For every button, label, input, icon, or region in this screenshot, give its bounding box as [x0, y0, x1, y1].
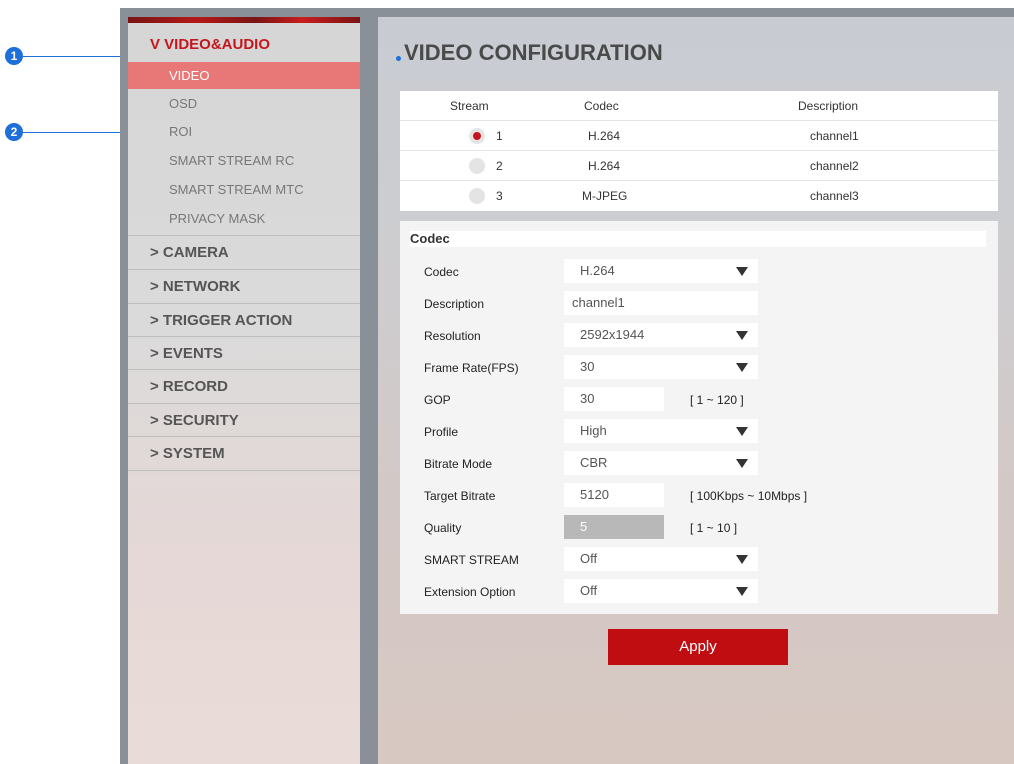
- row-codec: Codec H.264: [400, 257, 998, 289]
- bitrate-mode-value: CBR: [580, 455, 608, 470]
- stream-description: channel3: [810, 189, 859, 203]
- codec-form: Codec Codec H.264 Description channel1 R…: [400, 221, 998, 614]
- sidebar-divider: [128, 470, 360, 471]
- stream-codec: H.264: [588, 159, 621, 173]
- profile-label: Profile: [424, 425, 459, 439]
- sidebar-item-roi[interactable]: ROI: [128, 118, 360, 145]
- bitrate-mode-select[interactable]: CBR: [564, 451, 758, 475]
- stream-table-header: Stream Codec Description: [400, 91, 998, 121]
- row-quality: Quality 5 [ 1 ~ 10 ]: [400, 513, 998, 545]
- resolution-select[interactable]: 2592x1944: [564, 323, 758, 347]
- extension-option-select[interactable]: Off: [564, 579, 758, 603]
- sidebar-top-bar: [128, 17, 360, 23]
- sidebar-item-record[interactable]: > RECORD: [128, 369, 360, 403]
- sidebar-item-system[interactable]: > SYSTEM: [128, 436, 360, 470]
- callout-2-badge: 2: [5, 123, 23, 141]
- apply-button[interactable]: Apply: [608, 629, 788, 665]
- table-row[interactable]: 2 H.264 channel2: [400, 151, 998, 181]
- chevron-down-icon: [736, 363, 748, 372]
- header-stream: Stream: [450, 99, 489, 113]
- main-content: VIDEO CONFIGURATION Stream Codec Descrip…: [378, 17, 1014, 764]
- sidebar-item-smart-stream-rc[interactable]: SMART STREAM RC: [128, 147, 360, 174]
- smart-stream-select[interactable]: Off: [564, 547, 758, 571]
- sidebar-item-osd[interactable]: OSD: [128, 90, 360, 117]
- title-marker-dot: [396, 56, 401, 61]
- smart-stream-value: Off: [580, 551, 598, 566]
- frame-rate-select[interactable]: 30: [564, 355, 758, 379]
- chevron-down-icon: [736, 587, 748, 596]
- profile-select[interactable]: High: [564, 419, 758, 443]
- sidebar-group-video-audio[interactable]: V VIDEO&AUDIO: [150, 36, 270, 53]
- stream-codec: M-JPEG: [582, 189, 628, 203]
- stream-number: 1: [496, 129, 503, 143]
- bitrate-mode-label: Bitrate Mode: [424, 457, 493, 471]
- stream-radio-3[interactable]: [469, 188, 485, 204]
- sidebar-item-network[interactable]: > NETWORK: [128, 269, 360, 303]
- stream-radio-2[interactable]: [469, 158, 485, 174]
- quality-input: 5: [564, 515, 664, 539]
- gop-label: GOP: [424, 393, 451, 407]
- row-gop: GOP 30 [ 1 ~ 120 ]: [400, 385, 998, 417]
- codec-value: H.264: [580, 263, 615, 278]
- target-bitrate-range-hint: [ 100Kbps ~ 10Mbps ]: [690, 489, 808, 503]
- sidebar-item-trigger-action[interactable]: > TRIGGER ACTION: [128, 303, 360, 337]
- header-description: Description: [798, 99, 859, 113]
- stream-table: Stream Codec Description 1 H.264 channel…: [400, 91, 998, 211]
- frame-rate-label: Frame Rate(FPS): [424, 361, 519, 375]
- gop-range-hint: [ 1 ~ 120 ]: [690, 393, 744, 407]
- description-input[interactable]: channel1: [564, 291, 758, 315]
- sidebar-item-privacy-mask[interactable]: PRIVACY MASK: [128, 205, 360, 232]
- resolution-value: 2592x1944: [580, 327, 645, 342]
- row-description: Description channel1: [400, 289, 998, 321]
- codec-form-heading: Codec: [410, 231, 986, 247]
- chevron-down-icon: [736, 331, 748, 340]
- stream-number: 2: [496, 159, 503, 173]
- table-row[interactable]: 1 H.264 channel1: [400, 121, 998, 151]
- sidebar-item-camera[interactable]: > CAMERA: [128, 235, 360, 269]
- stream-description: channel1: [810, 129, 859, 143]
- gop-input[interactable]: 30: [564, 387, 664, 411]
- chevron-down-icon: [736, 267, 748, 276]
- quality-range-hint: [ 1 ~ 10 ]: [690, 521, 738, 535]
- codec-label: Codec: [424, 265, 459, 279]
- row-profile: Profile High: [400, 417, 998, 449]
- target-bitrate-label: Target Bitrate: [424, 489, 496, 503]
- stream-description: channel2: [810, 159, 859, 173]
- target-bitrate-input[interactable]: 5120: [564, 483, 664, 507]
- chevron-down-icon: [736, 459, 748, 468]
- description-label: Description: [424, 297, 485, 311]
- sidebar-item-security[interactable]: > SECURITY: [128, 403, 360, 437]
- sidebar-item-video[interactable]: VIDEO: [128, 62, 360, 89]
- profile-value: High: [580, 423, 607, 438]
- sidebar-item-events[interactable]: > EVENTS: [128, 336, 360, 370]
- row-resolution: Resolution 2592x1944: [400, 321, 998, 353]
- header-codec: Codec: [584, 99, 619, 113]
- chevron-down-icon: [736, 427, 748, 436]
- extension-option-value: Off: [580, 583, 598, 598]
- quality-label: Quality: [424, 521, 462, 535]
- stream-codec: H.264: [588, 129, 621, 143]
- smart-stream-label: SMART STREAM: [424, 553, 519, 567]
- row-frame-rate: Frame Rate(FPS) 30: [400, 353, 998, 385]
- stream-radio-1[interactable]: [469, 128, 485, 144]
- codec-select[interactable]: H.264: [564, 259, 758, 283]
- row-extension-option: Extension Option Off: [400, 577, 998, 609]
- row-target-bitrate: Target Bitrate 5120 [ 100Kbps ~ 10Mbps ]: [400, 481, 998, 513]
- extension-option-label: Extension Option: [424, 585, 516, 599]
- row-smart-stream: SMART STREAM Off: [400, 545, 998, 577]
- sidebar-item-smart-stream-mtc[interactable]: SMART STREAM MTC: [128, 176, 360, 203]
- resolution-label: Resolution: [424, 329, 481, 343]
- row-bitrate-mode: Bitrate Mode CBR: [400, 449, 998, 481]
- page-title: VIDEO CONFIGURATION: [404, 40, 663, 65]
- stream-number: 3: [496, 189, 503, 203]
- chevron-down-icon: [736, 555, 748, 564]
- sidebar: V VIDEO&AUDIO VIDEO OSD ROI SMART STREAM…: [128, 17, 360, 764]
- frame-rate-value: 30: [580, 359, 595, 374]
- table-row[interactable]: 3 M-JPEG channel3: [400, 181, 998, 211]
- callout-1-badge: 1: [5, 47, 23, 65]
